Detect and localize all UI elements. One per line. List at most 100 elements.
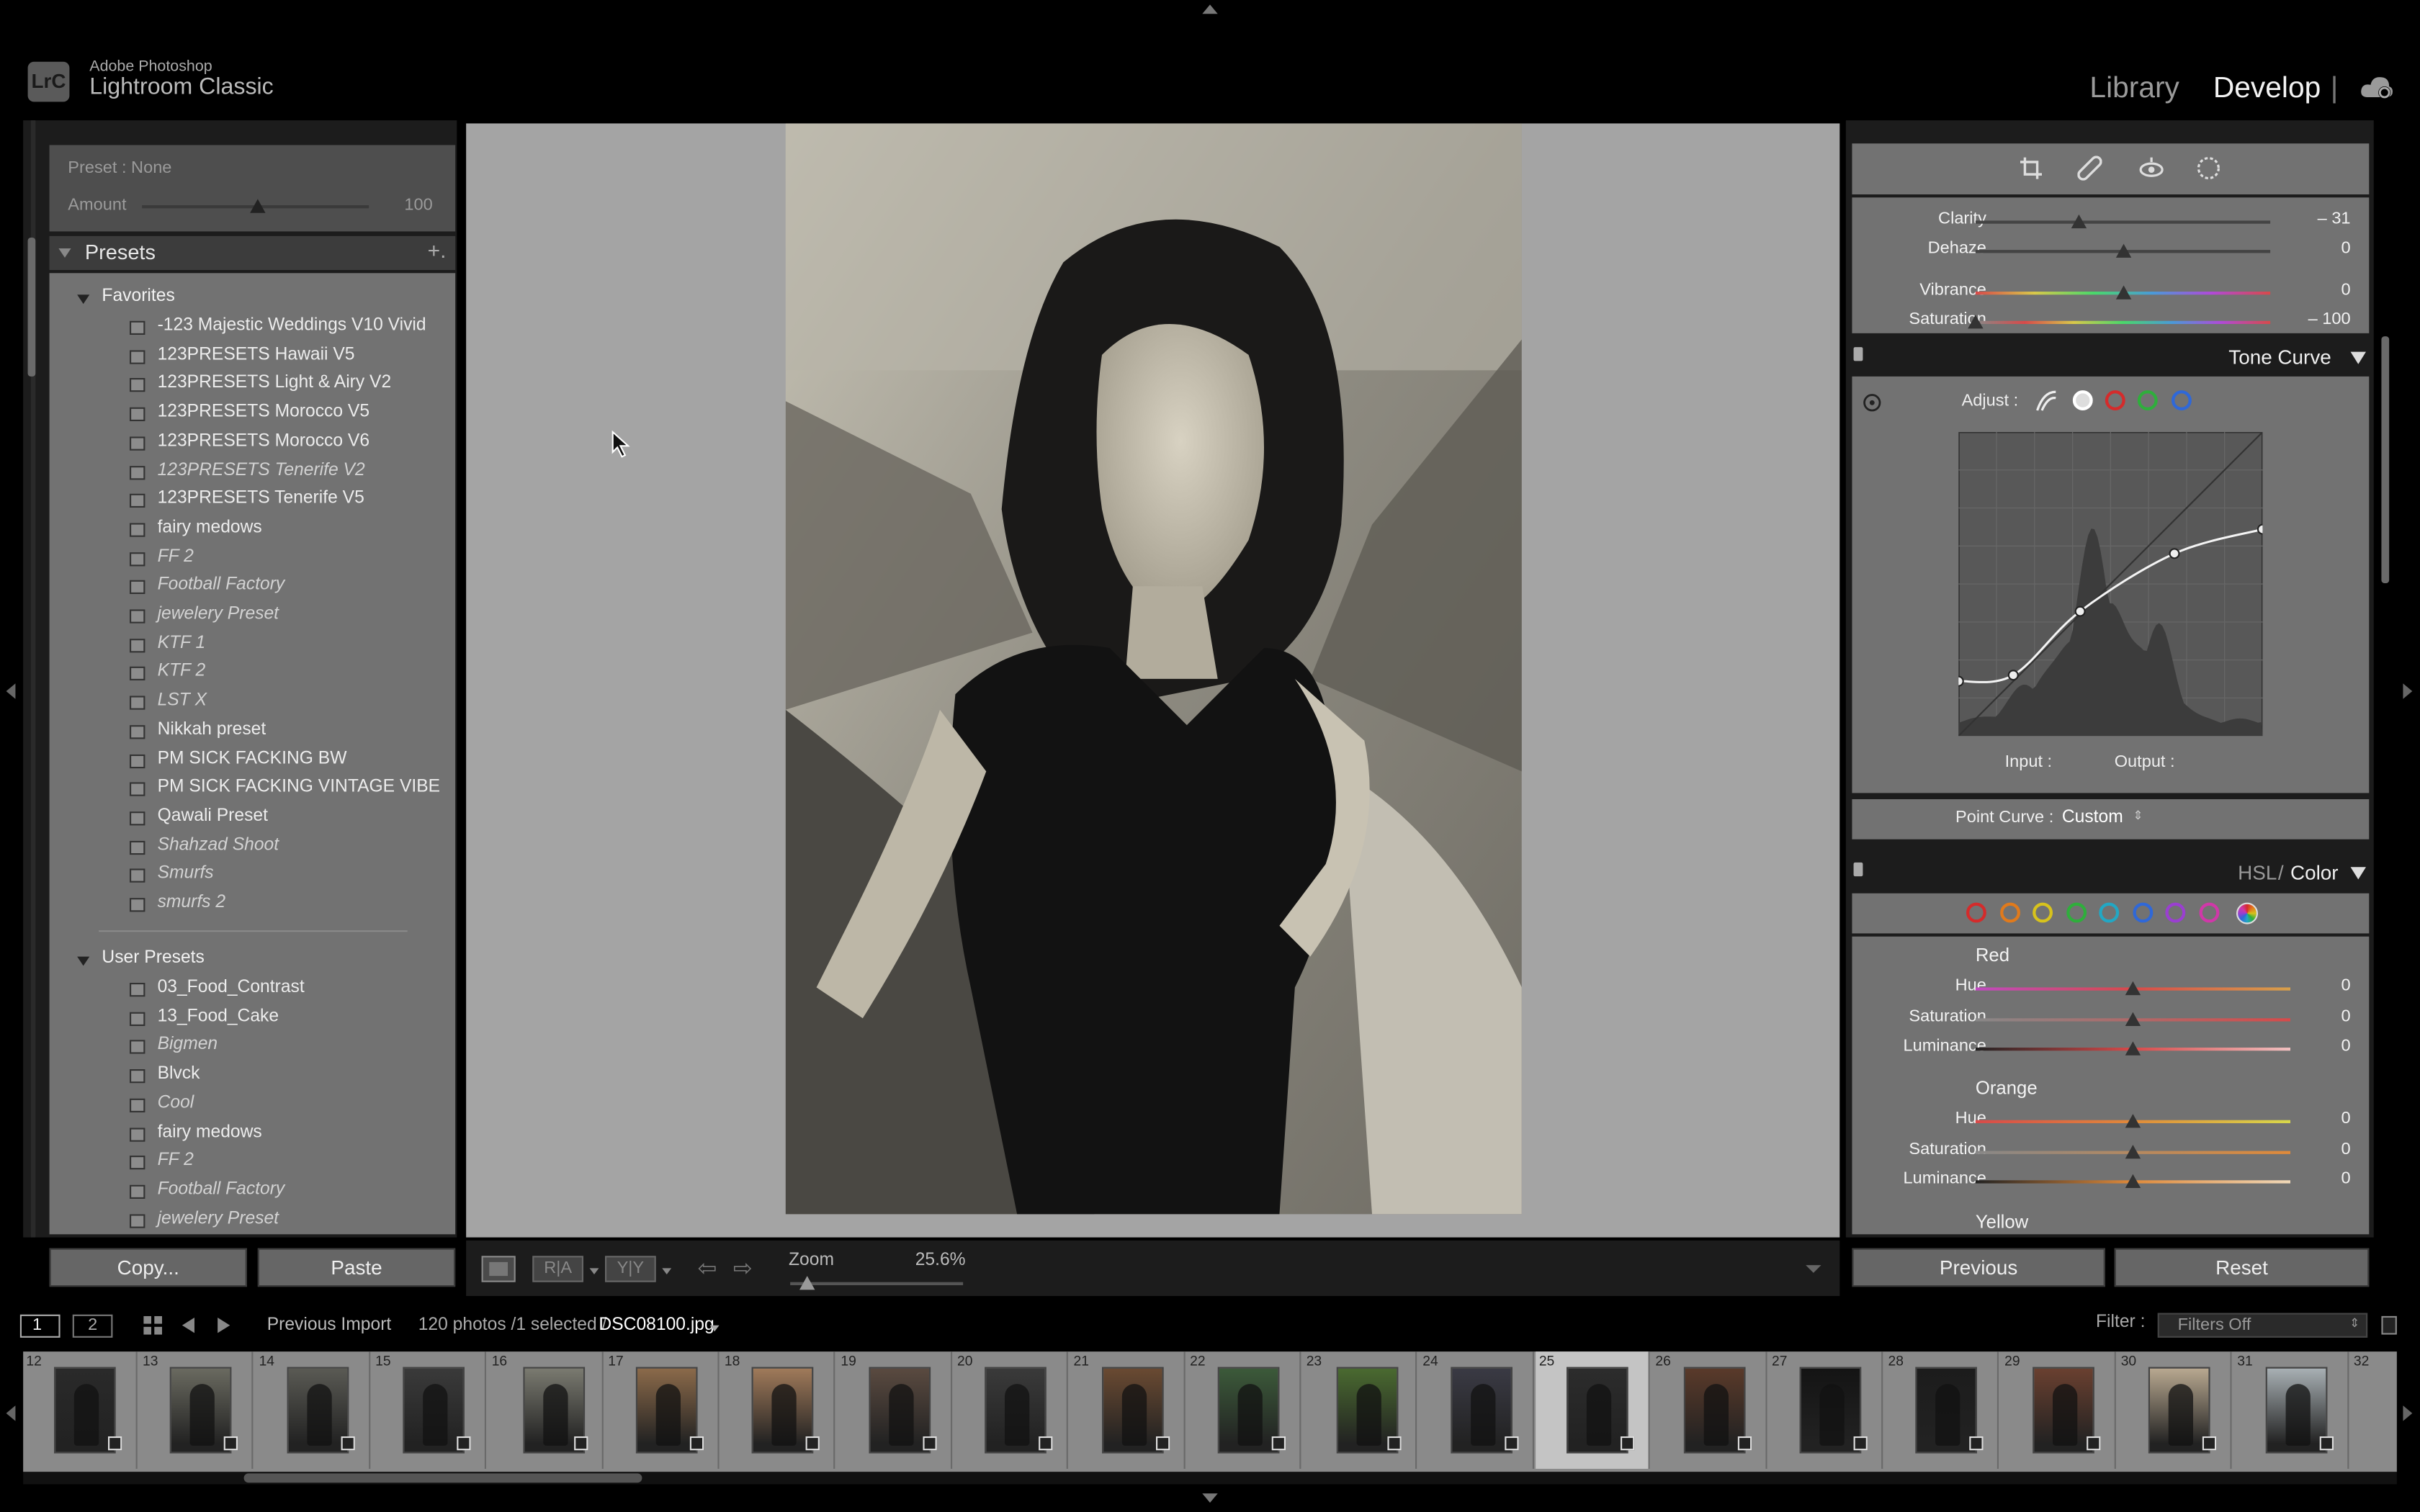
hsl-color-swatch[interactable] [1966,902,1986,923]
toolbar-menu-icon[interactable] [1806,1265,1821,1273]
preset-item[interactable]: Bigmen [130,1036,218,1055]
bottom-panel-toggle-icon[interactable] [1202,1493,1218,1503]
selected-filename[interactable]: DSC08100.jpg [599,1316,714,1335]
preset-item[interactable]: -123 Majestic Weddings V10 Vivid [130,316,426,335]
point-curve-select[interactable]: Custom [2062,809,2123,827]
zoom-slider[interactable] [790,1282,964,1285]
preset-item[interactable]: 123PRESETS Morocco V5 [130,402,369,422]
user-presets-disclosure-icon[interactable] [77,956,90,966]
filmstrip-cell[interactable]: 21 [1070,1351,1185,1469]
split-menu-icon[interactable] [662,1268,672,1274]
grid-view-icon[interactable] [143,1315,163,1336]
hsl-color-swatch[interactable] [2066,902,2087,923]
filmstrip-cell[interactable]: 16 [488,1351,603,1469]
preset-item[interactable]: KTF 2 [130,662,205,681]
hsl-knob[interactable] [2125,1114,2141,1128]
back-arrow-icon[interactable] [182,1318,194,1333]
preset-item[interactable]: Football Factory [130,576,284,595]
filmstrip-cell[interactable]: 28 [1885,1351,1999,1469]
filmstrip-cell[interactable]: 31 [2234,1351,2349,1469]
preset-item[interactable]: 13_Food_Cake [130,1007,279,1026]
filter-lock-icon[interactable] [2381,1315,2397,1335]
cloud-sync-icon[interactable] [2360,76,2393,100]
left-panel-toggle-icon[interactable] [6,683,16,699]
hsl-knob[interactable] [2125,1174,2141,1188]
preset-item[interactable]: Qawali Preset [130,806,268,826]
hsl-title[interactable]: HSL [2238,861,2277,884]
preset-item[interactable]: 123PRESETS Light & Airy V2 [130,374,391,393]
presence-knob[interactable] [2071,214,2087,229]
before-after-menu-icon[interactable] [589,1268,599,1274]
preset-item[interactable]: KTF 1 [130,634,205,652]
before-after-icon[interactable]: R|A [532,1256,583,1282]
rgb-curve-channel[interactable] [2072,390,2093,410]
filmstrip-cell[interactable]: 15 [372,1351,487,1469]
filmstrip-cell[interactable]: 19 [838,1351,952,1469]
source-label[interactable]: Previous Import [267,1316,392,1335]
filter-select[interactable]: Filters Off ⇕ [2157,1313,2368,1338]
top-panel-toggle-icon[interactable] [1202,4,1218,14]
hsl-header[interactable]: HSL / Color [1852,855,2369,888]
presence-knob[interactable] [1968,315,1984,329]
preset-item[interactable]: PM SICK FACKING VINTAGE VIBE [130,778,440,797]
filmstrip-cell[interactable]: 14 [256,1351,370,1469]
masking-icon[interactable] [2196,156,2220,180]
hsl-color-swatch[interactable] [2033,902,2053,923]
hsl-color-swatch[interactable] [2165,902,2186,923]
filmstrip-cell[interactable]: 29 [2002,1351,2116,1469]
preset-item[interactable]: FF 2 [130,1151,194,1170]
tone-curve-graph[interactable] [1958,432,2263,737]
preset-item[interactable]: PM SICK FACKING BW [130,749,346,768]
before-after-split-icon[interactable]: Y|Y [605,1256,656,1282]
preset-item[interactable]: jewelery Preset [130,605,279,624]
red-eye-icon[interactable] [2139,156,2164,180]
filename-menu-icon[interactable] [709,1325,720,1332]
filmstrip-cell[interactable]: 30 [2118,1351,2232,1469]
preset-item[interactable]: 123PRESETS Tenerife V2 [130,461,365,480]
preset-item[interactable]: Cool [130,1094,194,1112]
hsl-knob[interactable] [2125,1011,2141,1025]
preset-item[interactable]: FF 2 [130,547,194,566]
panel-switch-icon[interactable] [1853,347,1863,361]
filmstrip-cell[interactable]: 24 [1420,1351,1534,1469]
filmstrip-cell-selected[interactable]: 25 [1536,1351,1651,1469]
preset-item[interactable]: 123PRESETS Tenerife V5 [130,490,364,508]
hsl-color-swatch[interactable] [1999,902,2020,923]
image-canvas[interactable] [466,123,1840,1238]
filmstrip-cell[interactable]: 22 [1187,1351,1301,1469]
filmstrip-cell[interactable]: 32 [2351,1351,2420,1469]
panel-switch-icon[interactable] [1853,862,1863,877]
preset-item[interactable]: 03_Food_Contrast [130,978,305,997]
tone-curve-collapse-icon[interactable] [2350,351,2366,364]
red-curve-channel[interactable] [2105,390,2125,410]
preset-item[interactable]: LST X [130,691,207,710]
previous-button[interactable]: Previous [1852,1248,2105,1287]
preset-item[interactable]: Smurfs [130,865,214,883]
module-develop[interactable]: Develop [2213,73,2321,107]
tone-curve-header[interactable]: Tone Curve [1852,339,2369,373]
filmstrip-cell[interactable]: 13 [140,1351,254,1469]
presence-slider[interactable] [1975,320,2271,324]
right-panel-toggle-icon[interactable] [2403,683,2413,699]
favorites-title[interactable]: Favorites [102,287,174,306]
presence-knob[interactable] [2115,285,2131,300]
hsl-color-swatch[interactable] [2198,902,2219,923]
preset-item[interactable]: Shahzad Shoot [130,836,279,855]
all-colors-swatch[interactable] [2236,902,2258,924]
targeted-adjust-icon[interactable] [1863,393,1881,412]
filmstrip-cell[interactable]: 27 [1769,1351,1883,1469]
preset-item[interactable]: smurfs 2 [130,894,225,912]
filmstrip-cell[interactable]: 12 [23,1351,138,1469]
forward-arrow-icon[interactable] [218,1318,230,1333]
preset-item[interactable]: fairy medows [130,1122,262,1141]
preset-item[interactable]: fairy medows [130,518,262,537]
screen-1-button[interactable]: 1 [19,1314,60,1338]
copy-button[interactable]: Copy... [49,1248,247,1287]
hsl-color-swatch[interactable] [2132,902,2153,923]
left-scrollbar[interactable] [27,238,36,377]
color-title[interactable]: Color [2290,861,2339,884]
filmstrip-cell[interactable]: 17 [605,1351,720,1469]
healing-icon[interactable] [2077,156,2102,181]
blue-curve-channel[interactable] [2172,390,2192,410]
preset-item[interactable]: Blvck [130,1065,200,1084]
